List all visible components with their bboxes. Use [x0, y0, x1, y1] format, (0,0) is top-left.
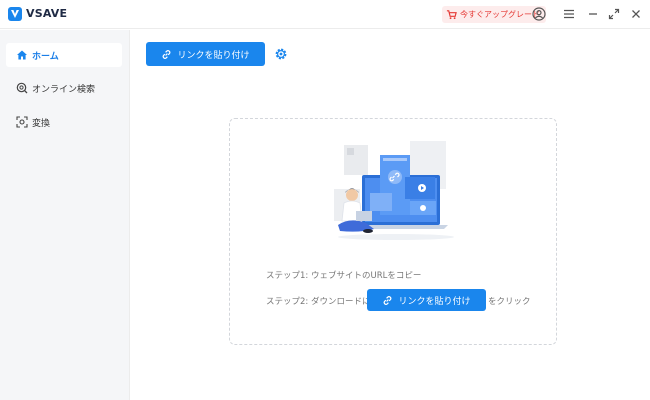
step2-prefix-text: ステップ2: ダウンロードには — [266, 297, 379, 307]
maximize-icon[interactable] — [607, 7, 621, 21]
search-icon — [16, 82, 28, 94]
settings-button[interactable] — [271, 44, 291, 64]
sidebar-item-label: オンライン検索 — [32, 84, 96, 95]
inline-paste-link-label: リンクを貼り付け — [398, 296, 471, 307]
upgrade-button[interactable]: 今すぐアップグレード — [442, 6, 546, 23]
paste-link-button[interactable]: リンクを貼り付け — [146, 42, 265, 66]
home-icon — [17, 50, 27, 60]
step2-suffix-text: をクリック — [488, 297, 531, 307]
sidebar: ホーム オンライン検索 変換 — [0, 30, 130, 400]
vsave-logo-icon — [8, 7, 22, 21]
link-icon — [163, 49, 171, 59]
step1-text: ステップ1: ウェブサイトのURLをコピー — [266, 271, 422, 281]
link-icon — [384, 295, 392, 305]
convert-icon — [16, 116, 28, 128]
close-icon[interactable] — [629, 7, 643, 21]
sidebar-item-label: ホーム — [32, 51, 59, 62]
inline-paste-link-button[interactable]: リンクを貼り付け — [367, 289, 486, 311]
title-bar: VSAVE 今すぐアップグレード — [0, 0, 650, 29]
sidebar-item-label: 変換 — [32, 118, 51, 129]
drop-zone: ステップ1: ウェブサイトのURLをコピー ステップ2: ダウンロードには リン… — [229, 118, 557, 345]
sidebar-item-convert[interactable]: 変換 — [6, 110, 122, 134]
sidebar-item-online-search[interactable]: オンライン検索 — [6, 76, 122, 100]
app-name: VSAVE — [26, 7, 68, 20]
minimize-icon[interactable] — [586, 7, 600, 21]
upgrade-label: 今すぐアップグレード — [460, 10, 540, 19]
download-illustration — [334, 141, 454, 240]
user-icon[interactable] — [532, 7, 546, 21]
paste-link-label: リンクを貼り付け — [177, 50, 250, 61]
cart-icon — [446, 10, 457, 20]
sidebar-item-home[interactable]: ホーム — [6, 43, 122, 67]
gear-icon — [275, 48, 287, 60]
menu-icon[interactable] — [562, 7, 576, 21]
